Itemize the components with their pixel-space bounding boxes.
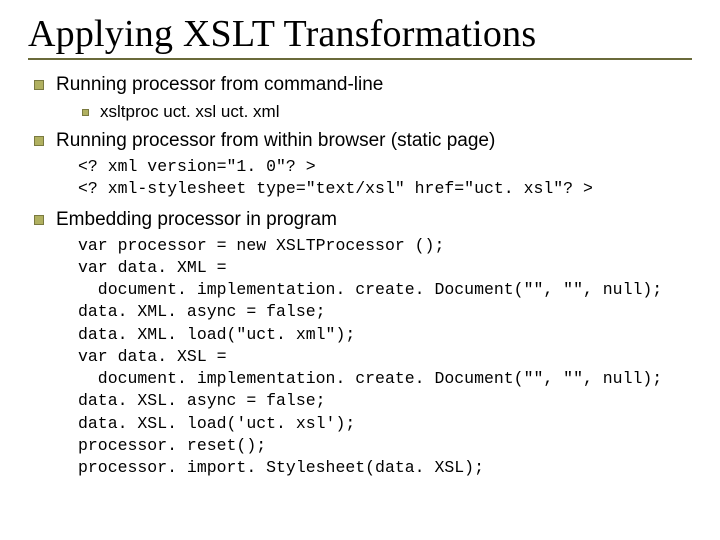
code-line: document. implementation. create. Docume… — [78, 368, 692, 390]
code-line: data. XSL. async = false; — [78, 390, 692, 412]
slide-title: Applying XSLT Transformations — [28, 12, 692, 56]
sub-bullet-text: xsltproc uct. xsl uct. xml — [100, 102, 279, 121]
bullet-item-embed: Embedding processor in program var proce… — [34, 209, 692, 480]
slide: Applying XSLT Transformations Running pr… — [0, 0, 720, 540]
code-line: var processor = new XSLTProcessor (); — [78, 235, 692, 257]
code-line: data. XML. load("uct. xml"); — [78, 324, 692, 346]
bullet-text: Running processor from within browser (s… — [56, 130, 495, 151]
code-line: data. XSL. load('uct. xsl'); — [78, 413, 692, 435]
bullet-text: Embedding processor in program — [56, 209, 337, 230]
code-line: data. XML. async = false; — [78, 301, 692, 323]
code-line: processor. import. Stylesheet(data. XSL)… — [78, 457, 692, 479]
sub-bullet-xsltproc: xsltproc uct. xsl uct. xml — [82, 102, 692, 122]
code-line: var data. XSL = — [78, 346, 692, 368]
title-underline — [28, 58, 692, 60]
code-line: document. implementation. create. Docume… — [78, 279, 692, 301]
bullet-list: Running processor from command-line xslt… — [28, 74, 692, 479]
code-block-xml: <? xml version="1. 0"? > <? xml-styleshe… — [78, 156, 692, 201]
bullet-text: Running processor from command-line — [56, 74, 383, 95]
bullet-item-cmdline: Running processor from command-line xslt… — [34, 74, 692, 122]
code-line: var data. XML = — [78, 257, 692, 279]
sub-bullet-list: xsltproc uct. xsl uct. xml — [56, 102, 692, 122]
bullet-item-browser: Running processor from within browser (s… — [34, 130, 692, 201]
code-block-js: var processor = new XSLTProcessor (); va… — [78, 235, 692, 480]
code-line: processor. reset(); — [78, 435, 692, 457]
code-line: <? xml-stylesheet type="text/xsl" href="… — [78, 178, 692, 200]
code-line: <? xml version="1. 0"? > — [78, 156, 692, 178]
